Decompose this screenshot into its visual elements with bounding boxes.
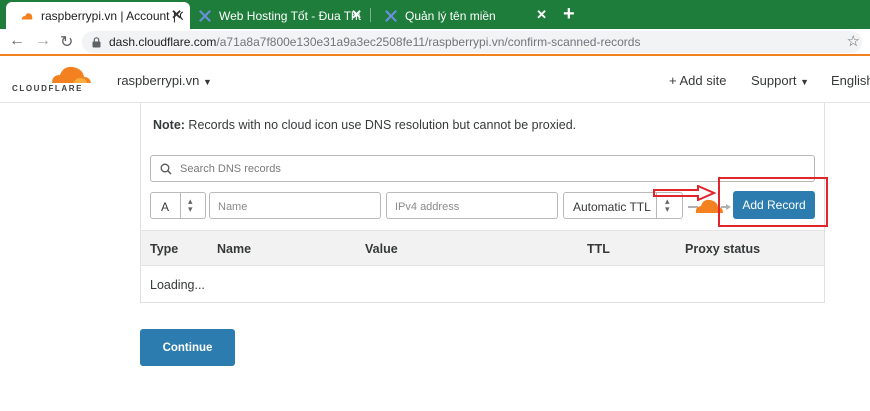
close-icon[interactable]: ✕ xyxy=(171,7,182,23)
tab-cloudflare[interactable]: raspberrypi.vn | Account | Cloudfl ✕ xyxy=(6,2,190,29)
tab-label: raspberrypi.vn | Account | Cloudfl xyxy=(41,8,183,23)
add-record-button[interactable]: Add Record xyxy=(733,191,815,219)
url-domain: dash.cloudflare.com xyxy=(109,35,217,49)
close-icon[interactable]: ✕ xyxy=(351,7,362,23)
url-path: /a71a8a7f800e130e31a9a3ec2508fe11/raspbe… xyxy=(216,35,641,49)
tab-label: Web Hosting Tốt - Đua Thương xyxy=(219,8,361,23)
column-name[interactable]: Name xyxy=(217,242,251,256)
column-proxy-status[interactable]: Proxy status xyxy=(685,242,760,256)
language-dropdown[interactable]: English xyxy=(831,73,870,88)
dns-table-header: Type Name Value TTL Proxy status xyxy=(141,230,824,266)
support-dropdown[interactable]: Support ▼ xyxy=(751,73,809,88)
chevron-down-icon: ▼ xyxy=(800,77,810,87)
stepper-arrows-icon: ▴ ▾ xyxy=(188,196,193,214)
back-icon[interactable]: ← xyxy=(9,32,25,50)
bookmark-star-icon[interactable]: ☆ xyxy=(847,32,860,50)
dns-note: Note: Records with no cloud icon use DNS… xyxy=(153,118,576,132)
record-name-input[interactable]: Name xyxy=(209,192,381,219)
ttl-value: Automatic TTL xyxy=(573,200,651,214)
ipv4-address-input[interactable]: IPv4 address xyxy=(386,192,558,219)
logo-text: CLOUDFLARE xyxy=(12,84,84,93)
new-tab-button[interactable]: + xyxy=(563,3,575,26)
tab-domain-management[interactable]: Quản lý tên miền ✕ xyxy=(370,2,555,29)
annotation-arrow-icon xyxy=(653,185,716,201)
chevron-down-icon: ▼ xyxy=(203,77,212,87)
lock-icon xyxy=(92,36,101,47)
record-type-select[interactable]: A ▴ ▾ xyxy=(150,192,206,219)
note-text: Records with no cloud icon use DNS resol… xyxy=(184,118,577,132)
forward-icon[interactable]: → xyxy=(35,32,51,50)
add-site-link[interactable]: + Add site xyxy=(669,73,726,88)
support-label: Support xyxy=(751,73,797,88)
search-icon xyxy=(160,163,172,174)
account-dropdown[interactable]: raspberrypi.vn ▼ xyxy=(117,73,212,88)
search-dns-input[interactable]: Search DNS records xyxy=(150,155,815,182)
column-type[interactable]: Type xyxy=(150,242,178,256)
browser-tab-bar: raspberrypi.vn | Account | Cloudfl ✕ Web… xyxy=(0,0,870,29)
close-icon[interactable]: ✕ xyxy=(536,7,547,23)
loading-text: Loading... xyxy=(150,278,205,292)
reload-icon[interactable]: ↻ xyxy=(60,32,73,52)
note-label: Note: xyxy=(153,118,185,132)
column-value[interactable]: Value xyxy=(365,242,398,256)
url-input[interactable]: dash.cloudflare.com/a71a8a7f800e130e31a9… xyxy=(82,31,862,53)
tab-web-hosting[interactable]: Web Hosting Tốt - Đua Thương ✕ xyxy=(184,2,370,29)
cloudflare-icon xyxy=(21,12,33,19)
tab-label: Quản lý tên miền xyxy=(405,8,496,23)
account-name: raspberrypi.vn xyxy=(117,73,200,88)
hosting-icon xyxy=(199,9,211,22)
hosting-icon xyxy=(385,9,397,22)
cloudflare-header: CLOUDFLARE raspberrypi.vn ▼ + Add site S… xyxy=(0,58,870,103)
column-ttl[interactable]: TTL xyxy=(587,242,610,256)
continue-button[interactable]: Continue xyxy=(140,329,235,366)
record-type-value: A xyxy=(161,200,170,214)
address-bar: ← → ↻ dash.cloudflare.com/a71a8a7f800e13… xyxy=(0,29,870,56)
search-placeholder: Search DNS records xyxy=(180,162,281,175)
cloudflare-logo[interactable] xyxy=(10,63,96,101)
